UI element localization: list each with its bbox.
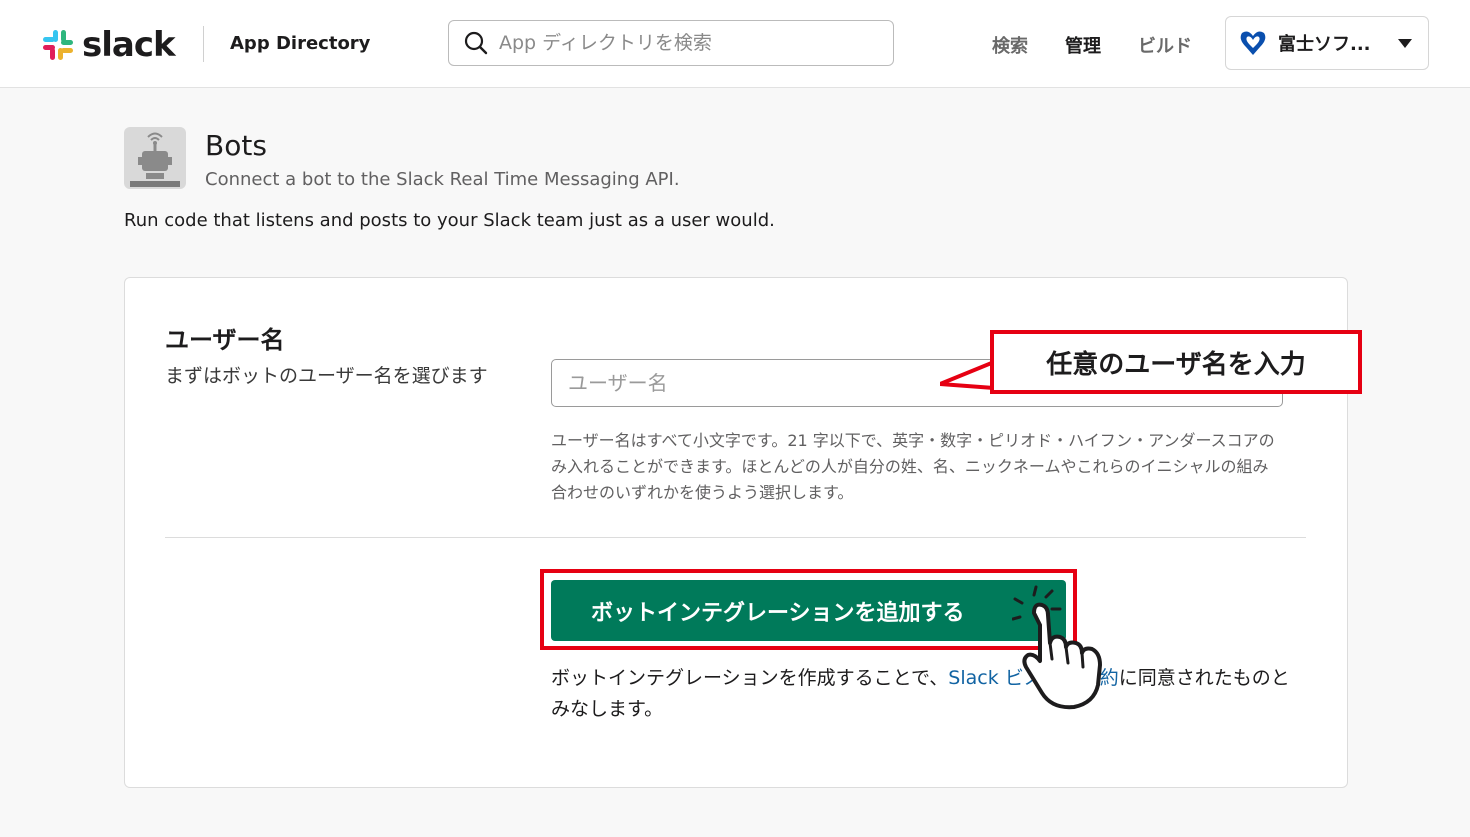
callout-tail <box>940 360 994 390</box>
username-field-title: ユーザー名 <box>165 326 285 354</box>
terms-prefix: ボットインテグレーションを作成することで、 <box>551 667 949 689</box>
app-title: Bots <box>205 129 267 162</box>
app-description: Run code that listens and posts to your … <box>124 210 775 231</box>
search-box[interactable] <box>448 20 894 66</box>
pointing-hand-icon <box>1012 585 1102 710</box>
nav-build[interactable]: ビルド <box>1138 32 1192 58</box>
annotation-callout: 任意のユーザ名を入力 <box>990 330 1362 394</box>
search-icon <box>464 31 488 55</box>
workspace-switcher[interactable]: 富士ソフ... <box>1225 16 1429 70</box>
username-field-description: まずはボットのユーザー名を選びます <box>165 365 488 387</box>
workspace-logo-icon <box>1240 31 1266 55</box>
workspace-name: 富士ソフ... <box>1278 34 1371 55</box>
chevron-down-icon <box>1398 39 1412 48</box>
username-hint: ユーザー名はすべて小文字です。21 字以下で、英字・数字・ピリオド・ハイフン・ア… <box>551 431 1275 502</box>
app-directory-link[interactable]: App Directory <box>230 33 370 54</box>
nav-admin[interactable]: 管理 <box>1065 32 1101 58</box>
top-header: slack App Directory 検索 管理 ビルド 富士ソフ... <box>0 0 1470 88</box>
nav-search[interactable]: 検索 <box>992 32 1028 58</box>
add-bot-integration-button[interactable]: ボットインテグレーションを追加する <box>551 580 1066 641</box>
card-divider <box>165 537 1306 538</box>
search-input[interactable] <box>499 32 879 54</box>
terms-link-slack[interactable]: Slack <box>948 667 1004 689</box>
app-subtitle: Connect a bot to the Slack Real Time Mes… <box>205 169 680 190</box>
header-divider <box>203 26 204 62</box>
logo-wordmark: slack <box>82 25 176 65</box>
slack-logo-icon <box>43 30 73 60</box>
slack-logo[interactable]: slack <box>40 24 180 66</box>
terms-text: ボットインテグレーションを作成することで、Slack ビス利用規約に同意されたも… <box>551 663 1291 725</box>
bot-app-icon <box>124 127 186 189</box>
